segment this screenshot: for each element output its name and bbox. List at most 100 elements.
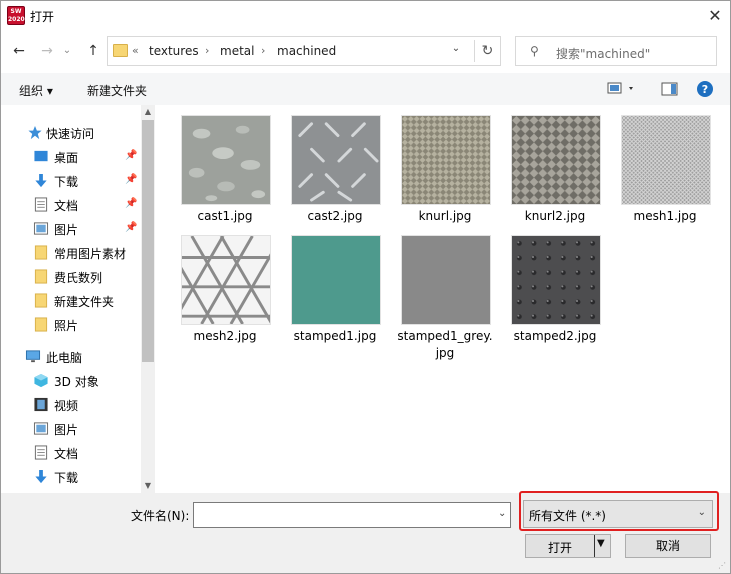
pin-icon[interactable]: 📌 [125,150,137,161]
sidebar-item-pictures[interactable]: 图片 📌 [1,217,141,241]
sidebar-item-downloads[interactable]: 下载 📌 [1,169,141,193]
breadcrumb-separator[interactable]: › [205,44,209,57]
sidebar-item-folder[interactable]: 费氏数列 [1,265,141,289]
open-button-label: 打开 [547,541,572,555]
sidebar-item-this-pc[interactable]: 此电脑 [1,345,141,369]
split-divider [594,535,595,557]
pin-icon[interactable]: 📌 [125,174,137,185]
folder-icon [34,269,48,284]
recent-locations-dropdown[interactable]: ⌄ [57,41,77,61]
view-options-icon[interactable] [607,81,633,97]
search-input[interactable]: 搜索"machined" [556,45,650,62]
solidworks-app-icon: SW 2020 [7,6,25,25]
breadcrumb-textures[interactable]: textures [149,44,199,58]
download-arrow-icon [35,469,47,484]
search-box[interactable]: ⚲ 搜索"machined" [515,36,717,66]
video-icon [34,397,48,412]
thumbnail-diamond-plate-texture [291,115,381,205]
open-file-dialog: SW 2020 打开 ✕ ← → ⌄ ↑ « textures › metal … [0,0,731,574]
filename-input[interactable] [193,502,511,528]
star-icon [28,125,42,140]
preview-pane-icon[interactable] [661,81,681,97]
help-icon[interactable]: ? [696,80,716,97]
file-item[interactable]: stamped2.jpg [501,235,609,365]
sidebar-label: 文档 [54,199,79,213]
dialog-title: 打开 [30,10,55,24]
file-item[interactable]: knurl2.jpg [501,115,609,235]
up-button[interactable]: ↑ [83,41,103,61]
sidebar-label: 照片 [54,319,79,333]
chevron-down-icon[interactable]: ⌄ [498,508,506,519]
file-item[interactable]: mesh2.jpg [171,235,279,365]
file-item[interactable]: cast1.jpg [171,115,279,235]
sidebar-label: 常用图片素材 [54,247,127,261]
sidebar-item-folder[interactable]: 常用图片素材 [1,241,141,265]
sidebar-item-folder[interactable]: 新建文件夹 [1,289,141,313]
sidebar-label: 下载 [54,175,79,189]
navigation-pane: 快速访问 桌面 📌 下载 📌 文档 📌 图片 📌 常用图片素材 费氏数列 新建文… [1,105,155,493]
cancel-button[interactable]: 取消 [625,534,711,558]
back-button[interactable]: ← [9,41,29,61]
computer-icon [25,350,41,363]
open-button[interactable]: 打开 ▼ [525,534,611,558]
sidebar-scrollbar[interactable]: ▲ ▼ [141,105,155,493]
folder-icon [113,44,128,57]
file-item[interactable]: knurl.jpg [391,115,499,235]
pin-icon[interactable]: 📌 [125,198,137,209]
sidebar-item-quick-access[interactable]: 快速访问 [1,121,141,145]
file-type-value: 所有文件 (*.*) [529,509,606,523]
sidebar-item-documents[interactable]: 文档 📌 [1,193,141,217]
thumbnail-knurl2-texture [511,115,601,205]
document-icon [34,445,48,460]
file-item[interactable]: mesh1.jpg [611,115,719,235]
organize-menu[interactable]: 组织 ▾ [19,82,53,99]
scrollbar-thumb[interactable] [142,120,154,362]
sidebar-item-documents-pc[interactable]: 文档 [1,441,141,465]
navigation-bar: ← → ⌄ ↑ « textures › metal › machined ⌄ … [1,31,730,71]
open-options-dropdown-icon[interactable]: ▼ [597,538,605,549]
sidebar-item-downloads-pc[interactable]: 下载 [1,465,141,489]
sidebar-item-folder[interactable]: 照片 [1,313,141,337]
file-item[interactable]: stamped1.jpg [281,235,389,365]
sidebar-label: 桌面 [54,151,79,165]
file-item[interactable]: stamped1_grey. jpg [391,235,499,365]
breadcrumb-metal[interactable]: metal [220,44,254,58]
sidebar-label: 3D 对象 [54,375,99,389]
path-overflow[interactable]: « [132,44,139,57]
forward-button[interactable]: → [37,41,57,61]
sidebar-label: 快速访问 [46,127,95,141]
thumbnail-teal-texture [291,235,381,325]
resize-grip-icon[interactable]: ⋰ [718,561,728,571]
file-type-select[interactable]: 所有文件 (*.*) ⌄ [523,500,713,528]
desktop-icon [34,150,48,162]
sidebar-item-videos[interactable]: 视频 [1,393,141,417]
title-bar: SW 2020 打开 ✕ [1,1,730,31]
thumbnail-grey-texture [401,235,491,325]
folder-icon [34,293,48,308]
close-button[interactable]: ✕ [700,1,730,31]
breadcrumb-separator[interactable]: › [261,44,265,57]
pictures-icon [33,422,49,435]
scroll-down-arrow[interactable]: ▼ [141,479,155,493]
document-icon [34,197,48,212]
scroll-up-arrow[interactable]: ▲ [141,105,155,119]
sidebar-label: 费氏数列 [54,271,103,285]
sidebar-label: 图片 [54,223,79,237]
sidebar-item-desktop[interactable]: 桌面 📌 [1,145,141,169]
address-bar[interactable]: « textures › metal › machined ⌄ ↻ [107,36,501,66]
pin-icon[interactable]: 📌 [125,222,137,233]
chevron-down-icon: ⌄ [697,507,706,518]
pictures-icon [33,222,49,235]
thumbnail-knurl-texture [401,115,491,205]
sidebar-item-pictures-pc[interactable]: 图片 [1,417,141,441]
breadcrumb-machined[interactable]: machined [277,44,336,58]
sidebar-item-3d-objects[interactable]: 3D 对象 [1,369,141,393]
cube-icon [34,373,48,388]
new-folder-button[interactable]: 新建文件夹 [87,82,147,99]
file-item[interactable]: cast2.jpg [281,115,389,235]
command-bar: 组织 ▾ 新建文件夹 ? [1,73,730,105]
sidebar-label: 此电脑 [46,351,83,365]
refresh-button[interactable]: ↻ [474,40,500,62]
chevron-down-icon[interactable]: ⌄ [448,43,464,54]
folder-icon [34,317,48,332]
